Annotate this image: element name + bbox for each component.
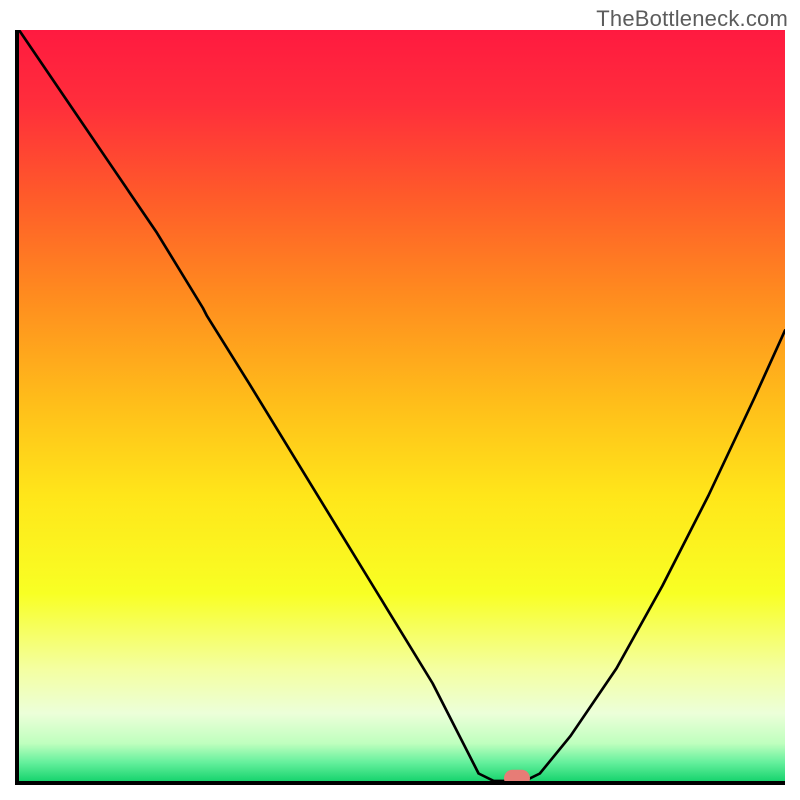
watermark: TheBottleneck.com (596, 6, 788, 32)
plot-area (15, 30, 785, 785)
chart-container: TheBottleneck.com (0, 0, 800, 800)
bottleneck-curve (19, 30, 785, 781)
optimum-marker (504, 770, 530, 785)
